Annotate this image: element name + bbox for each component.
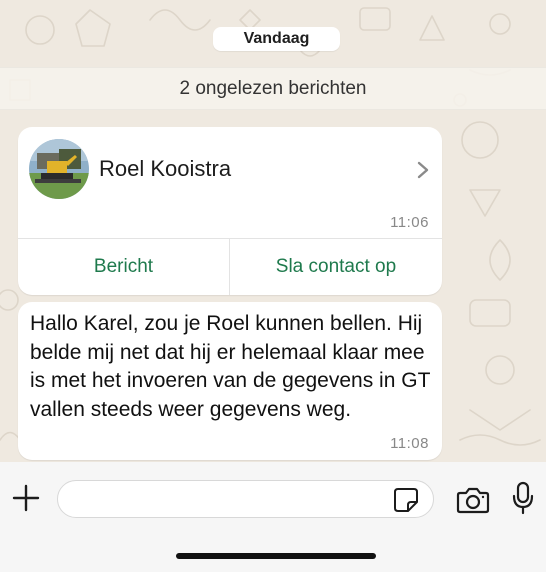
save-contact-button[interactable]: Sla contact op — [230, 239, 442, 295]
contact-card-timestamp: 11:06 — [390, 214, 429, 231]
microphone-icon[interactable] — [512, 481, 534, 515]
message-timestamp: 11:08 — [390, 435, 429, 452]
incoming-message-bubble[interactable]: Hallo Karel, zou je Roel kunnen bellen. … — [18, 302, 442, 460]
home-indicator — [176, 553, 376, 559]
camera-icon[interactable] — [456, 486, 490, 514]
message-text: Hallo Karel, zou je Roel kunnen bellen. … — [30, 312, 431, 421]
shared-contact-card[interactable]: Roel Kooistra 11:06 Bericht Sla contact … — [18, 127, 442, 295]
chevron-right-icon[interactable] — [416, 160, 430, 180]
sticker-icon[interactable] — [393, 487, 419, 513]
contact-avatar — [29, 139, 89, 199]
message-contact-button[interactable]: Bericht — [18, 239, 229, 295]
message-input-field[interactable] — [57, 480, 434, 518]
contact-name: Roel Kooistra — [99, 156, 232, 181]
date-separator: Vandaag — [213, 27, 340, 51]
contact-photo-icon — [29, 139, 89, 199]
plus-icon[interactable] — [12, 484, 40, 512]
unread-messages-banner: 2 ongelezen berichten — [0, 67, 546, 110]
message-input[interactable] — [72, 481, 392, 517]
